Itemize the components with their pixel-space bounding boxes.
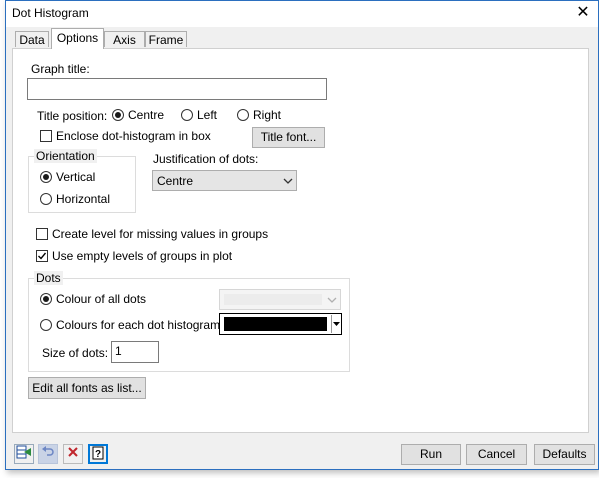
colour-all-swatch (224, 294, 322, 305)
send-to-spreadsheet-icon (16, 445, 31, 459)
justification-label: Justification of dots: (153, 152, 259, 166)
chevron-down-icon (327, 297, 337, 303)
colour-all-label: Colour of all dots (56, 292, 147, 306)
edit-all-fonts-button[interactable]: Edit all fonts as list... (28, 377, 146, 399)
size-of-dots-value: 1 (115, 344, 122, 358)
close-icon[interactable]: ✕ (572, 3, 594, 23)
send-to-spreadsheet-button[interactable] (14, 444, 34, 464)
svg-text:?: ? (95, 449, 101, 460)
tab-axis[interactable]: Axis (104, 31, 145, 47)
empty-levels-checkbox[interactable] (36, 250, 48, 262)
title-position-centre-radio[interactable] (112, 109, 124, 121)
tab-options[interactable]: Options (51, 28, 104, 49)
title-position-right-radio[interactable] (237, 109, 249, 121)
title-position-left-radio[interactable] (181, 109, 193, 121)
clear-button[interactable] (63, 444, 83, 464)
orientation-horizontal-label: Horizontal (56, 192, 111, 206)
empty-levels-label: Use empty levels of groups in plot (52, 249, 233, 263)
orientation-vertical-label: Vertical (56, 170, 96, 184)
dots-label: Dots (34, 271, 63, 285)
colour-all-radio[interactable] (40, 293, 52, 305)
undo-button[interactable] (38, 444, 58, 464)
colour-each-swatch (224, 317, 327, 331)
title-font-button[interactable]: Title font... (252, 127, 325, 148)
colour-each-radio[interactable] (40, 319, 52, 331)
justification-select[interactable]: Centre (152, 170, 297, 191)
missing-levels-checkbox[interactable] (36, 228, 48, 240)
clear-icon (68, 447, 78, 457)
title-position-left-label: Left (197, 108, 218, 122)
tab-frame[interactable]: Frame (145, 31, 187, 47)
colour-each-dropdown[interactable] (331, 315, 341, 333)
colour-each-label: Colours for each dot histogram (56, 318, 221, 332)
title-position-right-label: Right (253, 108, 282, 122)
size-of-dots-input[interactable]: 1 (111, 341, 159, 363)
checkmark-icon (38, 252, 47, 260)
colour-each-select[interactable] (219, 313, 342, 335)
graph-title-label: Graph title: (31, 62, 90, 76)
title-bar (6, 1, 598, 27)
enclose-label: Enclose dot-histogram in box (56, 129, 211, 143)
enclose-checkbox[interactable] (40, 130, 52, 142)
undo-icon (42, 446, 54, 456)
size-of-dots-label: Size of dots: (42, 346, 109, 360)
chevron-down-icon (283, 178, 293, 184)
window-title: Dot Histogram (12, 6, 89, 20)
missing-levels-label: Create level for missing values in group… (52, 227, 269, 241)
cancel-button[interactable]: Cancel (466, 444, 527, 465)
colour-all-select[interactable] (219, 289, 341, 310)
orientation-vertical-radio[interactable] (40, 171, 52, 183)
graph-title-input[interactable] (27, 78, 327, 100)
chevron-down-icon (333, 322, 340, 326)
tab-data[interactable]: Data (15, 31, 49, 47)
help-button[interactable]: ? (88, 444, 108, 464)
orientation-label: Orientation (34, 149, 97, 163)
run-button[interactable]: Run (401, 444, 461, 465)
help-icon: ? (92, 446, 104, 460)
orientation-horizontal-radio[interactable] (40, 193, 52, 205)
defaults-button[interactable]: Defaults (534, 444, 595, 465)
title-position-label: Title position: (37, 109, 108, 123)
justification-value: Centre (157, 174, 194, 188)
title-position-centre-label: Centre (128, 108, 165, 122)
